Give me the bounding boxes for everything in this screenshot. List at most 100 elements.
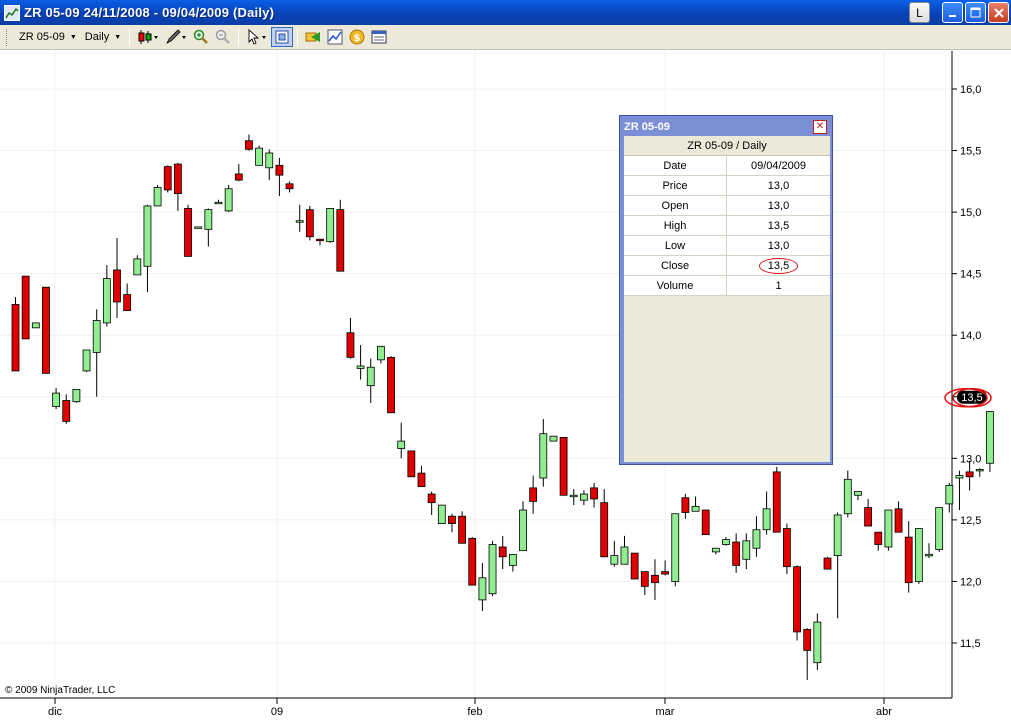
candle-body[interactable]	[448, 515, 456, 524]
candle-body[interactable]	[590, 487, 598, 500]
candle-body[interactable]	[925, 553, 933, 557]
candle-body[interactable]	[894, 508, 903, 533]
candle-body[interactable]	[468, 537, 477, 586]
candle-body[interactable]	[305, 209, 314, 238]
candle-body[interactable]	[529, 487, 538, 502]
candle-body[interactable]	[945, 485, 954, 505]
zoom-in-icon[interactable]	[190, 27, 212, 47]
candle-body[interactable]	[874, 531, 883, 545]
candle-body[interactable]	[580, 493, 588, 501]
candle-body[interactable]	[559, 437, 568, 496]
crosshair-icon[interactable]	[271, 27, 294, 47]
candle-body[interactable]	[701, 509, 710, 536]
candle-body[interactable]	[346, 332, 355, 358]
candle-body[interactable]	[569, 494, 578, 498]
candle-body[interactable]	[904, 536, 913, 584]
candle-body[interactable]	[630, 552, 639, 580]
candle-body[interactable]	[52, 392, 60, 408]
candle-body[interactable]	[833, 514, 842, 556]
candle-body[interactable]	[163, 166, 172, 191]
candle-body[interactable]	[427, 493, 436, 504]
candle-body[interactable]	[92, 320, 101, 353]
candle-body[interactable]	[316, 238, 324, 242]
candle-body[interactable]	[803, 629, 812, 651]
candle-body[interactable]	[184, 208, 192, 257]
candle-body[interactable]	[356, 365, 365, 369]
candle-body[interactable]	[31, 322, 40, 329]
candle-body[interactable]	[194, 226, 203, 229]
price-chart[interactable]: dic 09 feb mar abr 16,0 15,5 15,0 14,5 14,0 13,5 13…	[0, 51, 1011, 724]
candle-body[interactable]	[245, 140, 253, 150]
candle-body[interactable]	[823, 557, 832, 570]
candle-body[interactable]	[935, 507, 944, 550]
data-box-window[interactable]: ZR 05-09 ✕ ZR 05-09 / Daily Date 09/04/20…	[619, 115, 833, 465]
candle-body[interactable]	[123, 294, 132, 311]
candle-body[interactable]	[366, 366, 375, 387]
period-dropdown[interactable]: Daily ▼	[81, 27, 125, 47]
pencil-icon[interactable]	[162, 27, 190, 47]
candle-body[interactable]	[955, 475, 964, 479]
candle-body[interactable]	[975, 469, 984, 472]
indicator-icon[interactable]	[324, 27, 346, 47]
instrument-dropdown[interactable]: ZR 05-09 ▼	[15, 27, 81, 47]
candle-body[interactable]	[224, 188, 233, 212]
minimize-icon[interactable]	[942, 2, 963, 23]
candle-body[interactable]	[742, 540, 751, 560]
candle-body[interactable]	[275, 164, 284, 176]
candle-body[interactable]	[437, 504, 446, 524]
candle-body[interactable]	[407, 450, 416, 478]
candle-body[interactable]	[498, 546, 507, 558]
candle-body[interactable]	[519, 509, 527, 552]
candle-body[interactable]	[72, 388, 81, 403]
candle-body[interactable]	[234, 173, 243, 181]
candle-body[interactable]	[762, 508, 771, 531]
close-icon[interactable]	[988, 2, 1009, 23]
candle-body[interactable]	[965, 471, 974, 478]
instrument-icon[interactable]	[302, 27, 324, 47]
candle-body[interactable]	[539, 433, 548, 479]
candle-body[interactable]	[458, 515, 467, 544]
candle-body[interactable]	[173, 163, 182, 195]
candle-body[interactable]	[478, 577, 487, 601]
candle-body[interactable]	[285, 183, 294, 190]
candle-body[interactable]	[752, 529, 761, 549]
data-box-icon[interactable]	[368, 27, 390, 47]
candlestick-icon[interactable]	[134, 27, 162, 47]
candle-body[interactable]	[255, 147, 264, 166]
candle-body[interactable]	[711, 547, 720, 553]
candle-body[interactable]	[397, 440, 406, 449]
candle-body[interactable]	[295, 220, 304, 223]
data-box-title-bar[interactable]: ZR 05-09 ✕	[622, 118, 830, 136]
candle-body[interactable]	[772, 471, 781, 533]
candle-body[interactable]	[265, 152, 274, 169]
candle-body[interactable]	[508, 553, 517, 566]
candle-body[interactable]	[722, 539, 730, 545]
candle-body[interactable]	[793, 566, 801, 633]
candle-body[interactable]	[661, 571, 669, 575]
candle-body[interactable]	[691, 505, 700, 512]
candle-body[interactable]	[640, 571, 649, 587]
candle-body[interactable]	[62, 400, 71, 422]
link-button[interactable]: L	[909, 2, 930, 23]
candle-body[interactable]	[214, 201, 223, 205]
candle-body[interactable]	[732, 541, 741, 566]
candle-body[interactable]	[488, 544, 497, 595]
candle-body[interactable]	[326, 208, 335, 243]
maximize-icon[interactable]	[965, 2, 986, 23]
candle-body[interactable]	[671, 513, 680, 582]
candle-body[interactable]	[783, 528, 791, 568]
candle-body[interactable]	[843, 478, 852, 515]
candle-body[interactable]	[376, 345, 385, 361]
candle-body[interactable]	[387, 356, 395, 414]
candle-body[interactable]	[914, 528, 923, 582]
candle-body[interactable]	[813, 621, 822, 664]
candle-body[interactable]	[153, 187, 162, 207]
candle-body[interactable]	[986, 411, 994, 464]
candle-body[interactable]	[610, 555, 619, 565]
candle-body[interactable]	[651, 574, 659, 584]
candle-body[interactable]	[417, 472, 426, 488]
candle-body[interactable]	[82, 349, 91, 372]
candle-body[interactable]	[854, 491, 862, 496]
candle-body[interactable]	[42, 286, 50, 374]
candle-body[interactable]	[600, 502, 609, 558]
